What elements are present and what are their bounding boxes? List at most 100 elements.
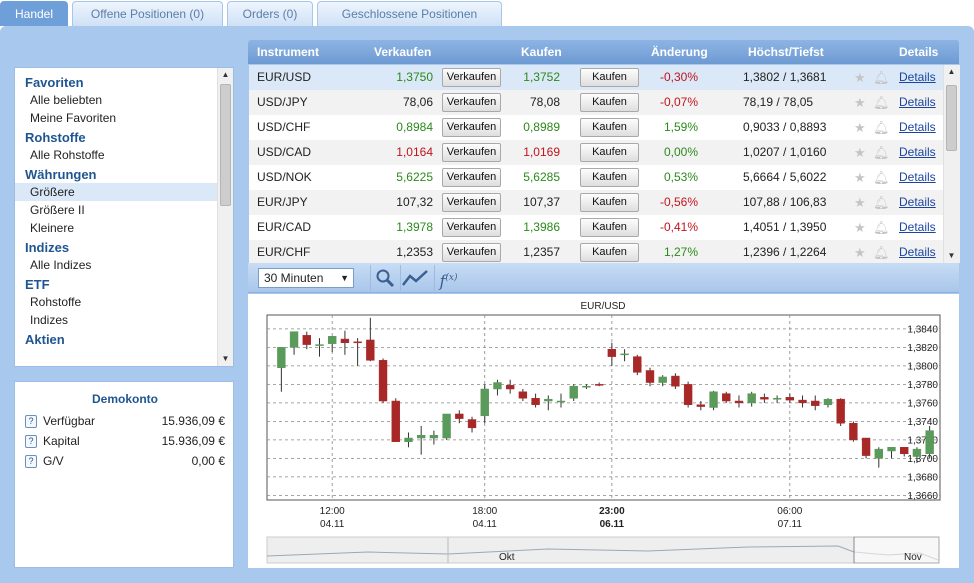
candle[interactable] xyxy=(849,422,858,441)
table-row[interactable]: EUR/JPY 107,32 Verkaufen 107,37 Kaufen -0,56%… xyxy=(249,190,943,215)
table-row[interactable]: EUR/CHF 1,2353 Verkaufen 1,2357 Kaufen 1,27% 1… xyxy=(249,240,943,263)
favorite-star-icon[interactable]: ★ xyxy=(854,120,866,136)
candle[interactable] xyxy=(518,391,528,399)
candle[interactable] xyxy=(404,437,413,442)
candle[interactable] xyxy=(391,400,400,442)
candle[interactable] xyxy=(696,404,706,407)
candle[interactable] xyxy=(861,437,871,456)
candle[interactable] xyxy=(582,385,591,388)
category-item-majors[interactable]: Größere xyxy=(15,183,218,201)
candle[interactable] xyxy=(378,360,388,402)
scroll-down-arrow-icon[interactable]: ▼ xyxy=(218,352,233,366)
buy-button[interactable]: Kaufen xyxy=(580,68,639,87)
favorite-star-icon[interactable]: ★ xyxy=(854,70,866,86)
buy-button[interactable]: Kaufen xyxy=(580,118,639,137)
candle[interactable] xyxy=(620,353,629,356)
interval-select[interactable]: 30 Minuten ▼ xyxy=(258,268,354,288)
details-link[interactable]: Details xyxy=(899,95,936,109)
candle[interactable] xyxy=(569,385,578,399)
candle[interactable] xyxy=(836,398,845,424)
candle[interactable] xyxy=(493,382,502,390)
candle[interactable] xyxy=(366,339,375,361)
scroll-up-arrow-icon[interactable]: ▲ xyxy=(218,68,233,82)
candle[interactable] xyxy=(633,356,642,373)
details-link[interactable]: Details xyxy=(899,70,936,84)
candle[interactable] xyxy=(671,375,680,387)
scroll-thumb[interactable] xyxy=(220,84,231,206)
favorite-star-icon[interactable]: ★ xyxy=(854,195,866,211)
tab-open-positions[interactable]: Offene Positionen (0) xyxy=(72,1,223,26)
candlestick-chart[interactable]: EUR/USD 1,3840 1,3820 1,3800 1,3780 1,3760 1,3… xyxy=(248,294,959,568)
candle[interactable] xyxy=(302,335,311,345)
buy-button[interactable]: Kaufen xyxy=(580,218,639,237)
sell-button[interactable]: Verkaufen xyxy=(442,143,501,162)
alert-bell-icon[interactable]: 🔔︎ xyxy=(873,95,890,111)
buy-button[interactable]: Kaufen xyxy=(580,193,639,212)
candle[interactable] xyxy=(505,385,515,390)
candle[interactable] xyxy=(925,430,934,454)
sell-button[interactable]: Verkaufen xyxy=(442,243,501,262)
candle[interactable] xyxy=(531,398,540,405)
candle[interactable] xyxy=(900,447,909,454)
candle[interactable] xyxy=(772,398,782,400)
candle[interactable] xyxy=(722,393,731,402)
details-link[interactable]: Details xyxy=(899,195,936,209)
favorite-star-icon[interactable]: ★ xyxy=(854,170,866,186)
alert-bell-icon[interactable]: 🔔︎ xyxy=(873,70,890,86)
candle[interactable] xyxy=(747,393,756,404)
table-scrollbar[interactable]: ▲ ▼ xyxy=(943,65,960,263)
buy-button[interactable]: Kaufen xyxy=(580,93,639,112)
favorite-star-icon[interactable]: ★ xyxy=(854,95,866,111)
details-link[interactable]: Details xyxy=(899,220,936,234)
category-item-all-popular[interactable]: Alle beliebten xyxy=(15,91,218,109)
candle[interactable] xyxy=(785,397,795,401)
sell-button[interactable]: Verkaufen xyxy=(442,193,501,212)
candle[interactable] xyxy=(429,435,439,439)
help-icon[interactable]: ? xyxy=(25,415,37,428)
candle[interactable] xyxy=(823,398,833,405)
candle[interactable] xyxy=(798,399,807,404)
candle[interactable] xyxy=(480,388,489,417)
table-row[interactable]: USD/CAD 1,0164 Verkaufen 1,0169 Kaufen 0,00% 1… xyxy=(249,140,943,165)
candle[interactable] xyxy=(340,338,350,343)
line-chart-icon[interactable] xyxy=(400,265,428,291)
category-item-etf-commodities[interactable]: Rohstoffe xyxy=(15,293,218,311)
category-item-all-indices[interactable]: Alle Indizes xyxy=(15,256,218,274)
table-row[interactable]: USD/NOK 5,6225 Verkaufen 5,6285 Kaufen 0,53% 5… xyxy=(249,165,943,190)
favorite-star-icon[interactable]: ★ xyxy=(854,220,866,236)
column-header-sell[interactable]: Verkaufen xyxy=(374,45,431,59)
category-item-my-favorites[interactable]: Meine Favoriten xyxy=(15,109,218,127)
candle[interactable] xyxy=(315,344,324,346)
details-link[interactable]: Details xyxy=(899,245,936,259)
candle[interactable] xyxy=(887,447,896,452)
category-item-etf-indices[interactable]: Indizes xyxy=(15,311,218,329)
sell-button[interactable]: Verkaufen xyxy=(442,168,501,187)
zoom-icon[interactable] xyxy=(370,265,398,291)
alert-bell-icon[interactable]: 🔔︎ xyxy=(873,195,890,211)
column-header-buy[interactable]: Kaufen xyxy=(521,45,562,59)
candle[interactable] xyxy=(912,448,922,457)
candle[interactable] xyxy=(556,400,566,403)
buy-button[interactable]: Kaufen xyxy=(580,243,639,262)
tab-orders[interactable]: Orders (0) xyxy=(227,1,313,26)
candle[interactable] xyxy=(874,448,883,459)
scroll-thumb[interactable] xyxy=(946,85,957,151)
column-header-instrument[interactable]: Instrument xyxy=(257,45,319,59)
category-scrollbar[interactable]: ▲ ▼ xyxy=(217,68,233,366)
sell-button[interactable]: Verkaufen xyxy=(442,93,501,112)
candle[interactable] xyxy=(760,397,769,400)
table-row[interactable]: EUR/USD 1,3750 Verkaufen 1,3752 Kaufen -0,30%… xyxy=(249,65,943,90)
candle[interactable] xyxy=(416,435,426,439)
candle[interactable] xyxy=(645,370,655,383)
sell-button[interactable]: Verkaufen xyxy=(442,218,501,237)
candle[interactable] xyxy=(811,400,820,406)
candle[interactable] xyxy=(734,400,744,404)
buy-button[interactable]: Kaufen xyxy=(580,168,639,187)
alert-bell-icon[interactable]: 🔔︎ xyxy=(873,170,890,186)
tab-closed-positions[interactable]: Geschlossene Positionen xyxy=(317,1,502,26)
category-item-all-commodities[interactable]: Alle Rohstoffe xyxy=(15,146,218,164)
scroll-down-arrow-icon[interactable]: ▼ xyxy=(944,249,959,263)
function-icon[interactable]: f(x) xyxy=(434,265,462,291)
help-icon[interactable]: ? xyxy=(25,435,37,448)
candle[interactable] xyxy=(467,419,477,429)
